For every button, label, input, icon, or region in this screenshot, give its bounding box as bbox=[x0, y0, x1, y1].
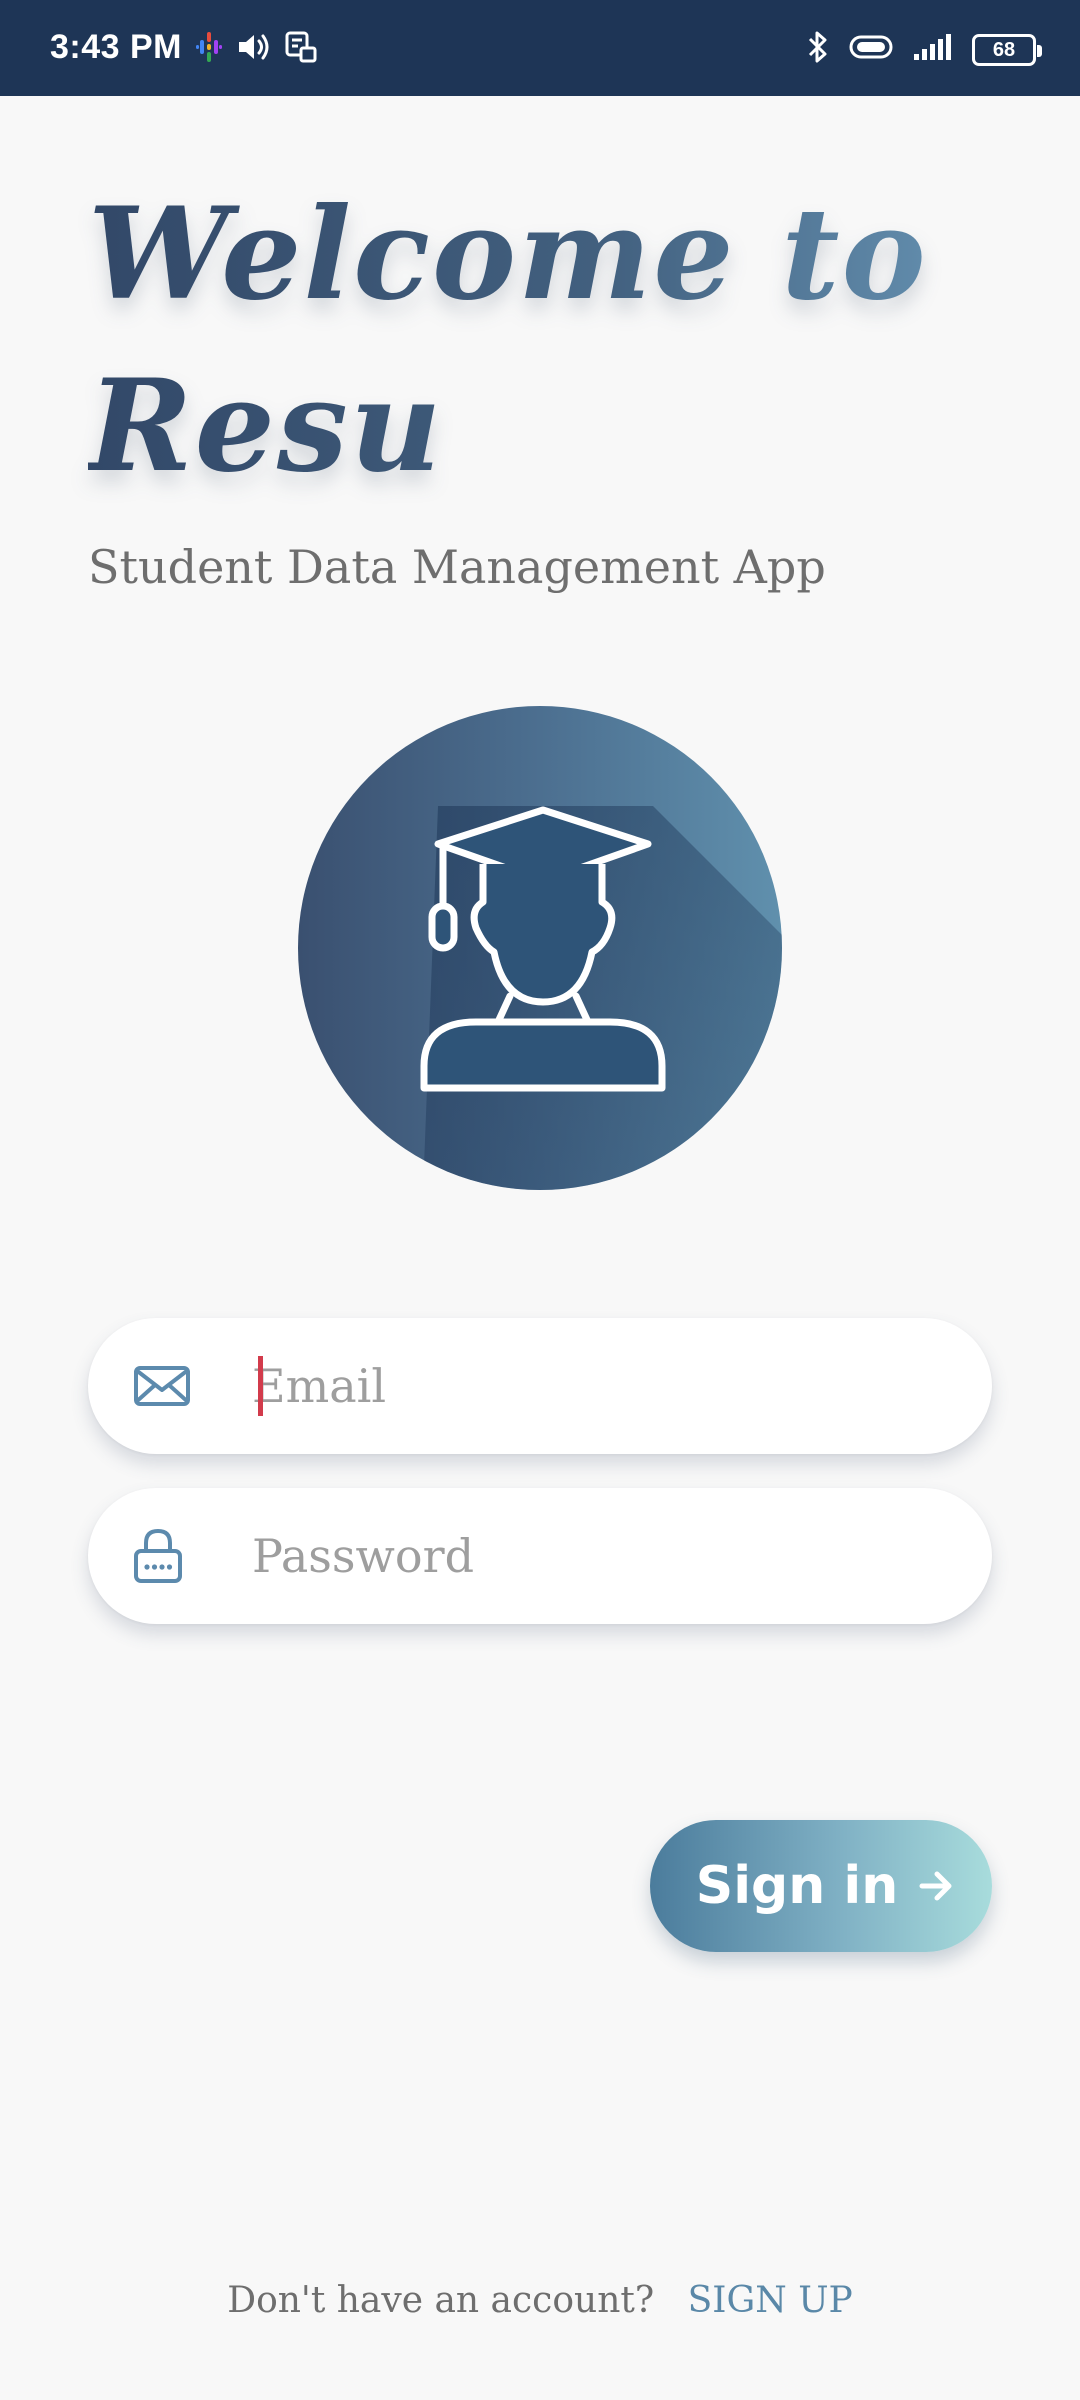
sign-in-label: Sign in bbox=[695, 1856, 899, 1916]
notification-icon bbox=[284, 30, 318, 69]
page-subtitle: Student Data Management App bbox=[88, 540, 826, 594]
bluetooth-icon bbox=[806, 30, 830, 69]
sign-up-link[interactable]: SIGN UP bbox=[688, 2280, 853, 2321]
volume-icon bbox=[236, 31, 270, 68]
vibrate-icon bbox=[848, 32, 894, 67]
podcast-icon bbox=[196, 30, 222, 69]
mail-icon bbox=[134, 1366, 190, 1406]
signup-prompt-text: Don't have an account? bbox=[227, 2280, 655, 2321]
battery-icon: 68 bbox=[972, 33, 1042, 66]
battery-level: 68 bbox=[992, 38, 1016, 61]
signal-icon bbox=[912, 32, 954, 67]
status-right-icons: 68 bbox=[806, 30, 1042, 69]
graduate-student-icon bbox=[420, 806, 782, 1190]
text-caret bbox=[258, 1356, 263, 1416]
sign-in-button[interactable]: Sign in bbox=[650, 1820, 992, 1952]
app-logo bbox=[298, 706, 782, 1190]
page-title: Welcome to Resu bbox=[88, 168, 1028, 512]
password-field[interactable] bbox=[88, 1488, 992, 1624]
status-time: 3:43 PM bbox=[50, 28, 182, 66]
email-field[interactable] bbox=[88, 1318, 992, 1454]
arrow-right-icon bbox=[919, 1871, 952, 1901]
status-left-icons bbox=[196, 30, 318, 69]
lock-icon bbox=[134, 1528, 182, 1583]
signup-prompt: Don't have an account? SIGN UP bbox=[0, 2280, 1080, 2321]
email-input[interactable] bbox=[252, 1338, 952, 1434]
status-bar: 3:43 PM 68 bbox=[0, 0, 1080, 96]
password-input[interactable] bbox=[252, 1508, 952, 1604]
